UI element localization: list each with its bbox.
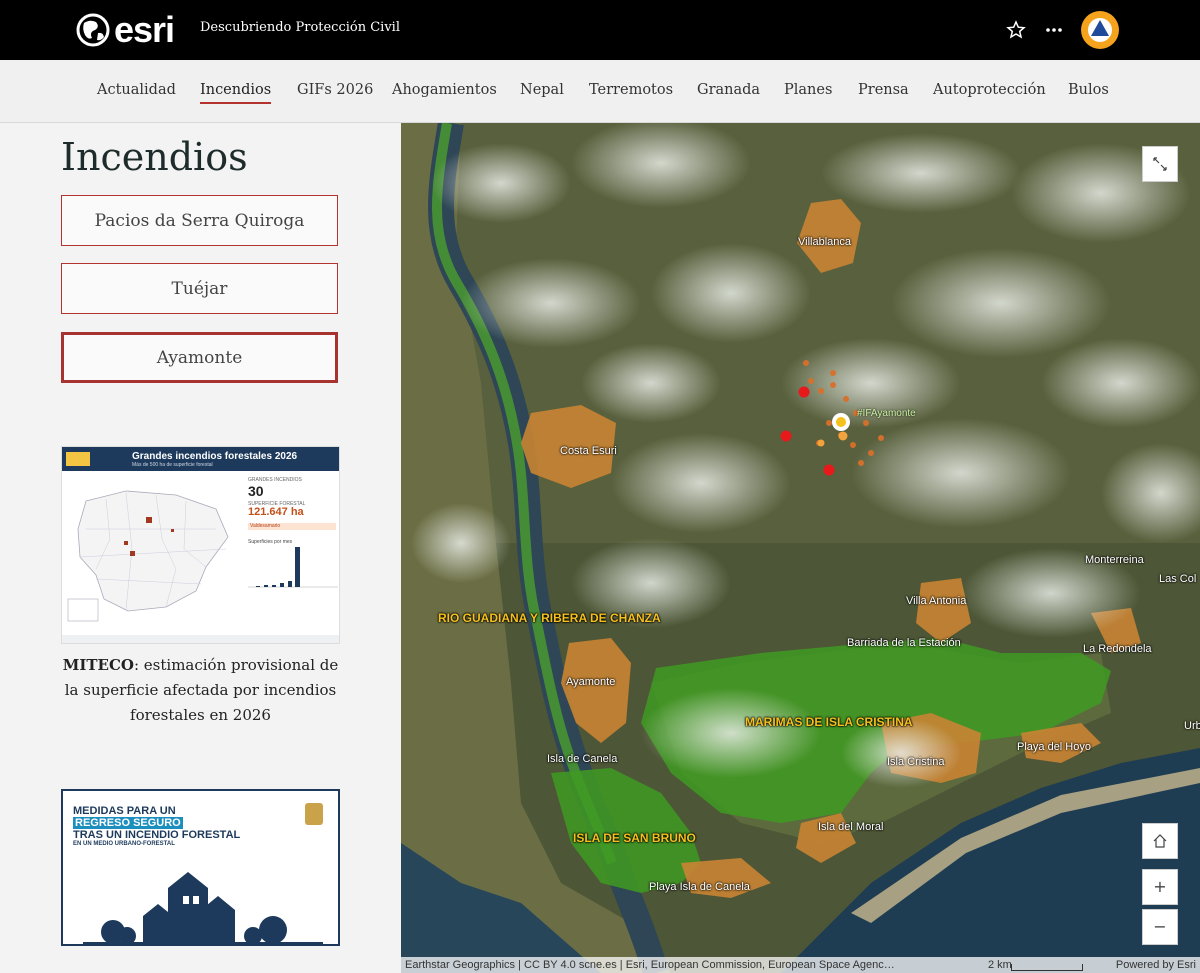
poster-line4: EN UN MEDIO URBANO-FORESTAL: [73, 841, 175, 847]
place-isla-canela: Isla de Canela: [547, 753, 618, 765]
place-las-col: Las Col: [1159, 573, 1197, 585]
place-playa-hoyo: Playa del Hoyo: [1017, 741, 1091, 753]
nav-gifs-2026[interactable]: GIFs 2026: [297, 82, 373, 98]
place-isla-moral: Isla del Moral: [818, 821, 884, 833]
coat-of-arms-icon: [305, 803, 323, 825]
nav-granada[interactable]: Granada: [697, 82, 760, 98]
powered-by[interactable]: Powered by Esri: [1116, 957, 1196, 973]
site-title[interactable]: Descubriendo Protección Civil: [200, 20, 400, 35]
nav-nepal[interactable]: Nepal: [520, 82, 564, 98]
place-villa-antonia: Villa Antonia: [906, 595, 967, 607]
place-urb: Urb: [1184, 720, 1200, 732]
nav-terremotos[interactable]: Terremotos: [589, 82, 673, 98]
place-villablanca: Villablanca: [798, 236, 852, 248]
place-playa-isla-canela: Playa Isla de Canela: [649, 881, 750, 893]
star-icon[interactable]: [1004, 18, 1028, 42]
place-ayamonte: Ayamonte: [566, 676, 616, 688]
protected-area-guadiana: RIO GUADIANA Y RIBERA DE CHANZA: [438, 611, 661, 625]
nav-ahogamientos[interactable]: Ahogamientos: [392, 82, 497, 98]
fire-label[interactable]: #IFAyamonte: [857, 408, 916, 419]
infographic-subtitle: Más de 500 ha de superficie forestal: [132, 462, 213, 468]
nav-incendios[interactable]: Incendios: [200, 82, 272, 104]
monthly-chart: [248, 547, 338, 588]
area-total: 121.647 ha: [248, 506, 304, 518]
caption-source: MITECO: [62, 656, 134, 674]
top-bar: esri Descubriendo Protección Civil: [0, 0, 1200, 60]
scale-bar: [1011, 964, 1083, 971]
home-icon[interactable]: [1142, 823, 1178, 859]
sidebar: Incendios Pacios da Serra Quiroga Tuéjar…: [0, 123, 401, 973]
more-icon[interactable]: [1042, 18, 1066, 42]
fire-button-tuejar[interactable]: Tuéjar: [61, 263, 338, 314]
place-barriada-estacion: Barriada de la Estación: [847, 637, 961, 649]
map-attribution-bar: Earthstar Geographics | CC BY 4.0 scne.e…: [401, 957, 1200, 973]
nav-prensa[interactable]: Prensa: [858, 82, 909, 98]
fire-count: 30: [248, 483, 264, 499]
gov-emblem-icon: [66, 452, 90, 466]
miteco-infographic[interactable]: Grandes incendios forestales 2026 Más de…: [61, 446, 340, 644]
poster-line2: REGRESO SEGURO: [73, 817, 183, 829]
protected-area-marismas: MARIMAS DE ISLA CRISTINA: [745, 715, 913, 729]
safe-return-poster[interactable]: MEDIDAS PARA UN REGRESO SEGURO TRAS UN I…: [61, 789, 340, 946]
protected-area-san-bruno: ISLA DE SAN BRUNO: [573, 831, 696, 845]
poster-line1: MEDIDAS PARA UN: [73, 805, 176, 817]
page-title: Incendios: [61, 135, 248, 179]
map-view[interactable]: Villablanca Costa Esuri Villa Antonia Ba…: [401, 123, 1200, 973]
satellite-basemap: [401, 123, 1200, 973]
nav-autoproteccion[interactable]: Autoprotección: [933, 82, 1046, 98]
zoom-out-button[interactable]: −: [1142, 909, 1178, 945]
scale-label: 2 km: [988, 959, 1012, 971]
esri-logo[interactable]: esri: [76, 9, 175, 50]
infographic-caption: MITECO: estimación provisional de la sup…: [61, 653, 340, 728]
place-isla-cristina: Isla Cristina: [887, 756, 945, 768]
fire-button-ayamonte[interactable]: Ayamonte: [61, 332, 338, 383]
nav-planes[interactable]: Planes: [784, 82, 832, 98]
infographic-title: Grandes incendios forestales 2026: [132, 451, 298, 462]
place-la-redondela: La Redondela: [1083, 643, 1152, 655]
place-costa-esuri: Costa Esuri: [560, 445, 617, 457]
nav-bulos[interactable]: Bulos: [1068, 82, 1109, 98]
spain-map-graphic: [67, 490, 229, 622]
nav-actualidad[interactable]: Actualidad: [97, 82, 176, 98]
brand-name: esri: [114, 9, 175, 50]
globe-logo-icon: [76, 13, 110, 47]
fire-button-pacios[interactable]: Pacios da Serra Quiroga: [61, 195, 338, 246]
zoom-in-button[interactable]: +: [1142, 869, 1178, 905]
poster-line3: TRAS UN INCENDIO FORESTAL: [73, 829, 241, 841]
section-nav: Actualidad Incendios GIFs 2026 Ahogamien…: [0, 60, 1200, 123]
expand-icon[interactable]: [1142, 146, 1178, 182]
infographic-footer: [62, 635, 339, 643]
largest-fire-tag: Valdesamario: [248, 523, 336, 530]
houses-illustration: [83, 872, 323, 944]
attribution-text[interactable]: Earthstar Geographics | CC BY 4.0 scne.e…: [405, 957, 895, 973]
civil-protection-avatar[interactable]: [1081, 11, 1119, 49]
place-monterreina: Monterreina: [1085, 554, 1144, 566]
